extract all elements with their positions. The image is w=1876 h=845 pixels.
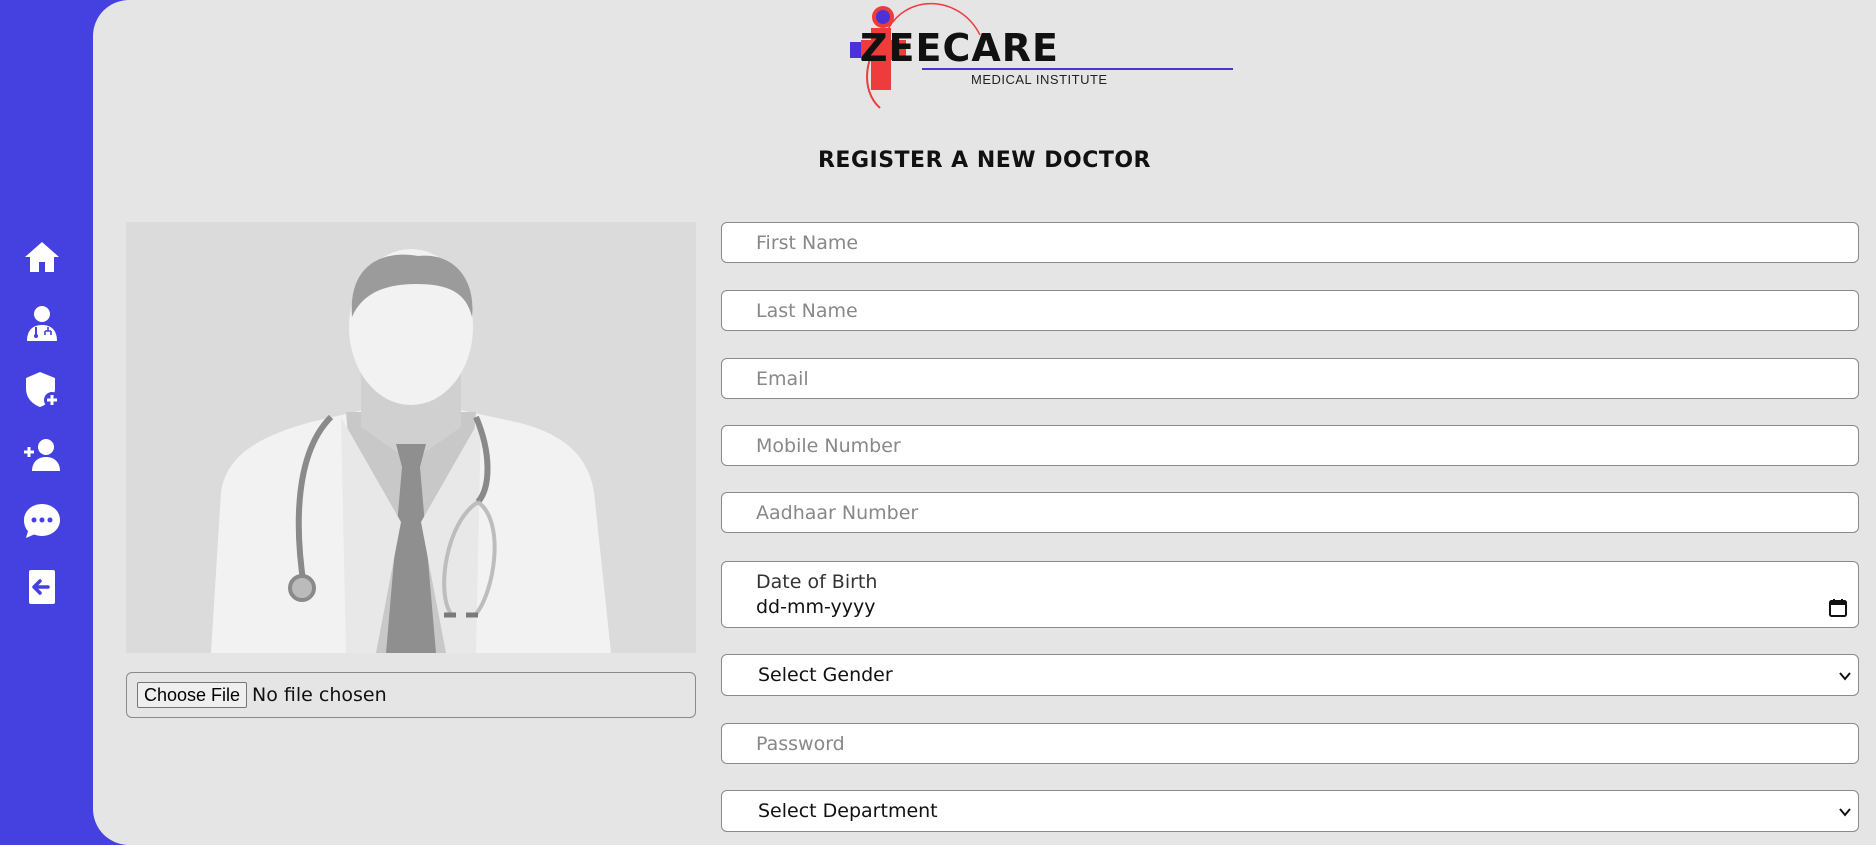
file-status-text: No file chosen (252, 684, 387, 706)
gender-select[interactable]: Select Gender (721, 654, 1859, 696)
password-input[interactable] (721, 723, 1859, 764)
gender-select-value: Select Gender (758, 664, 893, 686)
choose-file-button[interactable]: Choose File (137, 682, 248, 708)
first-name-input[interactable] (721, 222, 1859, 263)
dob-value: dd-mm-yyyy (756, 596, 876, 618)
brand-subtitle: MEDICAL INSTITUTE (971, 72, 1108, 87)
date-of-birth-input[interactable]: Date of Birth dd-mm-yyyy (721, 561, 1859, 628)
logout-icon[interactable] (21, 566, 63, 608)
mobile-number-input[interactable] (721, 425, 1859, 466)
doctor-avatar-preview (126, 222, 696, 653)
dob-label: Date of Birth (756, 571, 878, 593)
email-input[interactable] (721, 358, 1859, 399)
doctor-icon[interactable] (21, 302, 63, 344)
main-panel: ZEECARE MEDICAL INSTITUTE REGISTER A NEW… (93, 0, 1876, 845)
department-select-value: Select Department (758, 800, 938, 822)
last-name-input[interactable] (721, 290, 1859, 331)
messages-icon[interactable] (21, 500, 63, 542)
file-upload: Choose File No file chosen (126, 672, 696, 718)
calendar-icon[interactable] (1828, 598, 1848, 618)
add-admin-icon[interactable] (21, 368, 63, 410)
home-icon[interactable] (21, 236, 63, 278)
sidebar (0, 0, 94, 845)
chevron-down-icon (1839, 808, 1851, 817)
aadhaar-number-input[interactable] (721, 492, 1859, 533)
department-select[interactable]: Select Department (721, 790, 1859, 832)
add-doctor-icon[interactable] (21, 434, 63, 476)
chevron-down-icon (1839, 672, 1851, 681)
page-title: REGISTER A NEW DOCTOR (817, 148, 1151, 173)
brand-name: ZEECARE (860, 26, 1059, 70)
